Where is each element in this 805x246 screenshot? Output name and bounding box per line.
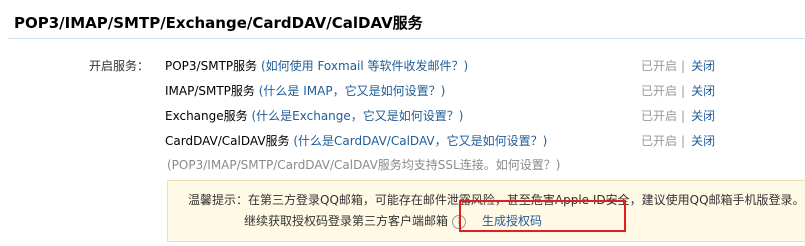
paren-close: ) bbox=[542, 134, 548, 148]
paren-close: ) bbox=[440, 84, 446, 98]
help-link-pop3[interactable]: 如何使用 Foxmail 等软件收发邮件？ bbox=[266, 59, 464, 73]
close-imap-button[interactable]: 关闭 bbox=[691, 84, 715, 98]
status-text: 已开启 bbox=[641, 59, 678, 73]
status-separator: | bbox=[681, 134, 686, 148]
service-row-carddav: CardDAV/CalDAV服务 (什么是CardDAV/CalDAV，它又是如… bbox=[165, 132, 547, 149]
service-row-exchange: Exchange服务 (什么是Exchange，它又是如何设置？) bbox=[165, 107, 463, 124]
status-text: 已开启 bbox=[641, 84, 678, 98]
help-link-imap[interactable]: 什么是 IMAP，它又是如何设置？ bbox=[263, 84, 440, 98]
status-pop3: 已开启 | 关闭 bbox=[641, 57, 715, 74]
service-name: CardDAV/CalDAV服务 bbox=[165, 134, 290, 148]
service-row-pop3: POP3/SMTP服务 (如何使用 Foxmail 等软件收发邮件？) bbox=[165, 57, 468, 74]
service-name: IMAP/SMTP服务 bbox=[165, 84, 255, 98]
section-title: POP3/IMAP/SMTP/Exchange/CardDAV/CalDAV服务 bbox=[14, 14, 423, 32]
ssl-setup-link[interactable]: 如何设置？ bbox=[496, 158, 556, 172]
paren-open: ( bbox=[289, 134, 299, 148]
status-separator: | bbox=[681, 84, 686, 98]
status-carddav: 已开启 | 关闭 bbox=[641, 132, 715, 149]
status-exchange: 已开启 | 关闭 bbox=[641, 107, 715, 124]
tip-continue-text: 继续获取授权码登录第三方客户端邮箱 bbox=[244, 214, 449, 228]
status-text: 已开启 bbox=[641, 109, 678, 123]
service-row-imap: IMAP/SMTP服务 (什么是 IMAP，它又是如何设置？) bbox=[165, 82, 445, 99]
status-separator: | bbox=[681, 109, 686, 123]
help-link-carddav[interactable]: 什么是CardDAV/CalDAV，它又是如何设置？ bbox=[298, 134, 543, 148]
highlight-box bbox=[459, 200, 626, 232]
close-carddav-button[interactable]: 关闭 bbox=[691, 134, 715, 148]
status-text: 已开启 bbox=[641, 134, 678, 148]
close-exchange-button[interactable]: 关闭 bbox=[691, 109, 715, 123]
ssl-note-text: (POP3/IMAP/SMTP/CardDAV/CalDAV服务均支持SSL连接… bbox=[167, 158, 496, 172]
help-link-exchange[interactable]: 什么是Exchange，它又是如何设置？ bbox=[256, 109, 459, 123]
paren-close: ) bbox=[463, 59, 469, 73]
service-name: Exchange服务 bbox=[165, 109, 248, 123]
paren-close: ) bbox=[458, 109, 464, 123]
close-pop3-button[interactable]: 关闭 bbox=[691, 59, 715, 73]
ssl-note-close: ) bbox=[555, 158, 561, 172]
enable-services-label: 开启服务： bbox=[89, 59, 150, 73]
status-imap: 已开启 | 关闭 bbox=[641, 82, 715, 99]
title-divider bbox=[8, 38, 805, 39]
service-name: POP3/SMTP服务 bbox=[165, 59, 258, 73]
paren-open: ( bbox=[247, 109, 257, 123]
paren-open: ( bbox=[257, 59, 266, 73]
ssl-note: (POP3/IMAP/SMTP/CardDAV/CalDAV服务均支持SSL连接… bbox=[167, 156, 560, 173]
status-separator: | bbox=[681, 59, 686, 73]
